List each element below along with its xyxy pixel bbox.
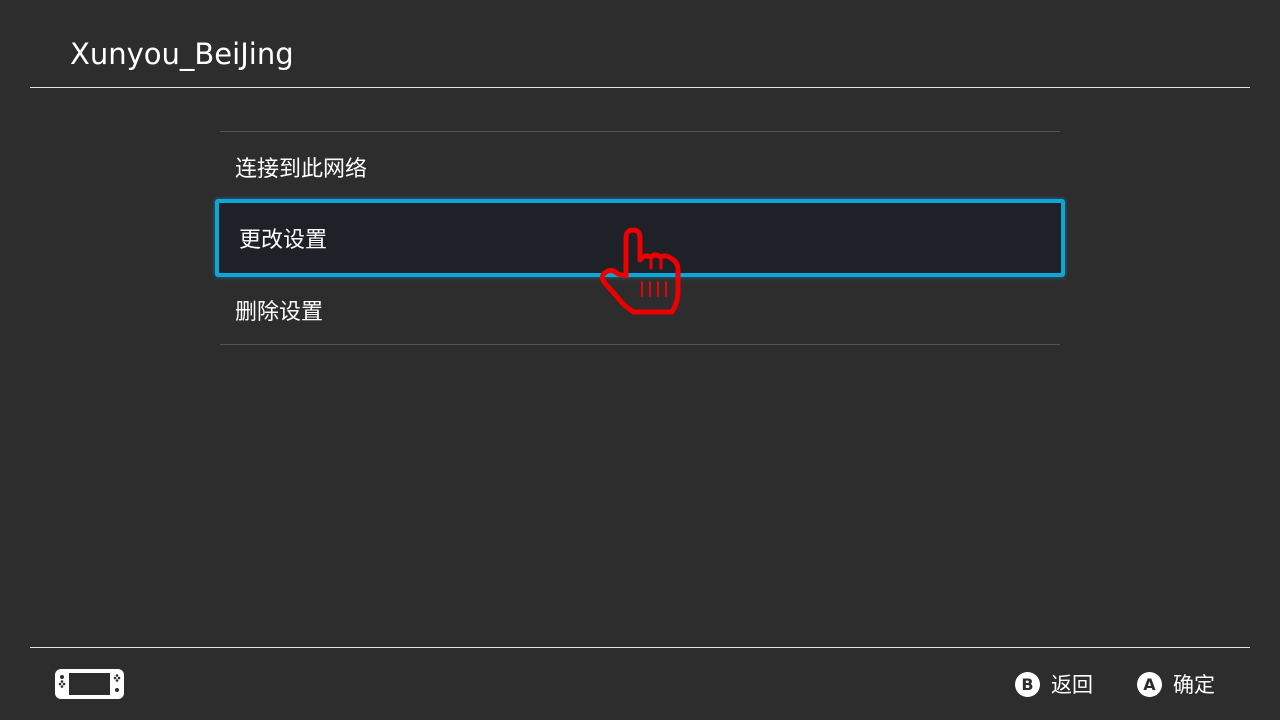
menu-item-label: 更改设置: [239, 228, 328, 253]
menu-item-label: 连接到此网络: [235, 157, 368, 182]
menu-item-delete-settings[interactable]: 删除设置: [220, 275, 1060, 345]
footer-divider: [30, 647, 1250, 648]
confirm-label: 确定: [1173, 673, 1215, 697]
b-button-icon: B: [1015, 671, 1040, 697]
menu-item-change-settings[interactable]: 更改设置: [215, 199, 1065, 277]
a-button-icon: A: [1137, 671, 1162, 697]
menu-item-label: 删除设置: [235, 300, 324, 325]
menu-item-connect[interactable]: 连接到此网络: [220, 132, 1060, 202]
handheld-console-icon: [55, 669, 124, 699]
back-label: 返回: [1051, 673, 1093, 697]
header-divider: [30, 87, 1250, 88]
menu-divider-bottom: [220, 344, 1060, 345]
page-title: Xunyou_BeiJing: [70, 37, 294, 71]
confirm-hint[interactable]: A 确定: [1137, 668, 1215, 700]
back-hint[interactable]: B 返回: [1015, 668, 1093, 700]
